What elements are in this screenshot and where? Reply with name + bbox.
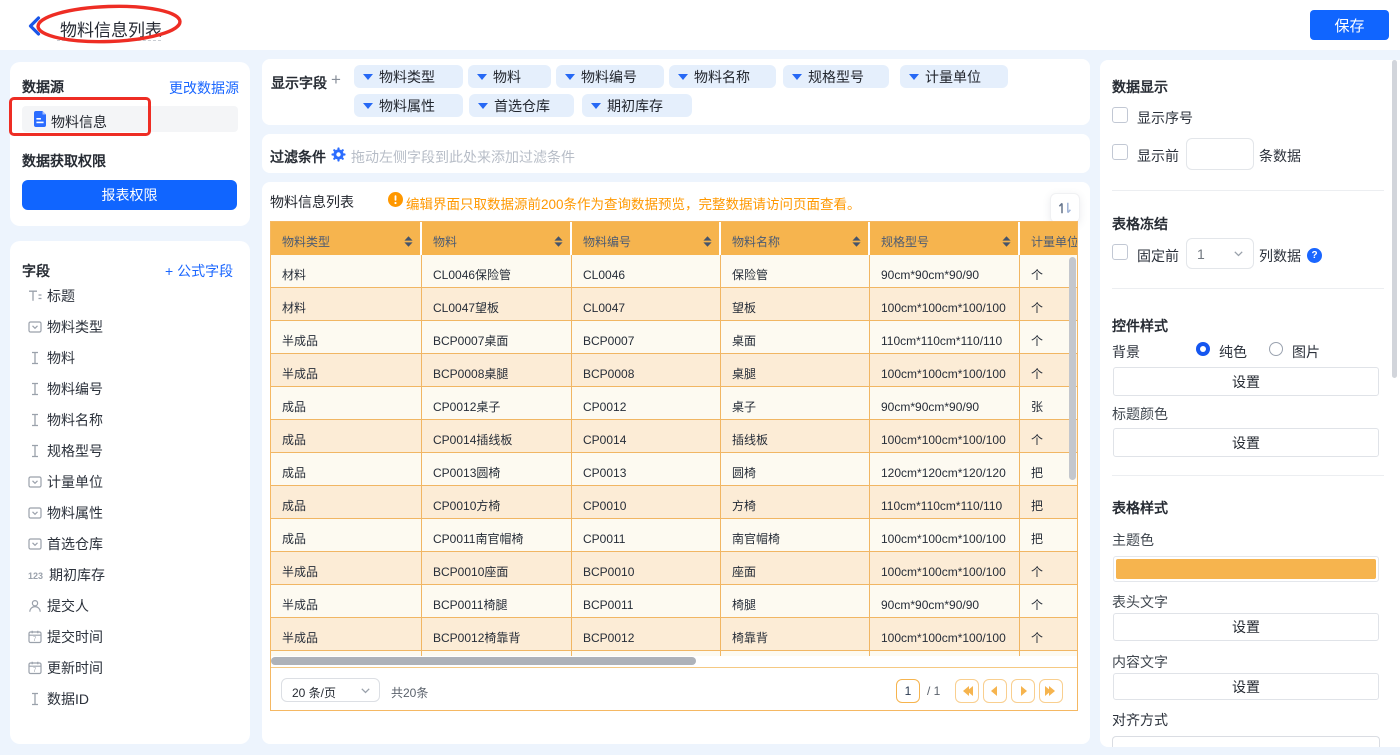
svg-text:123: 123 xyxy=(28,571,43,581)
